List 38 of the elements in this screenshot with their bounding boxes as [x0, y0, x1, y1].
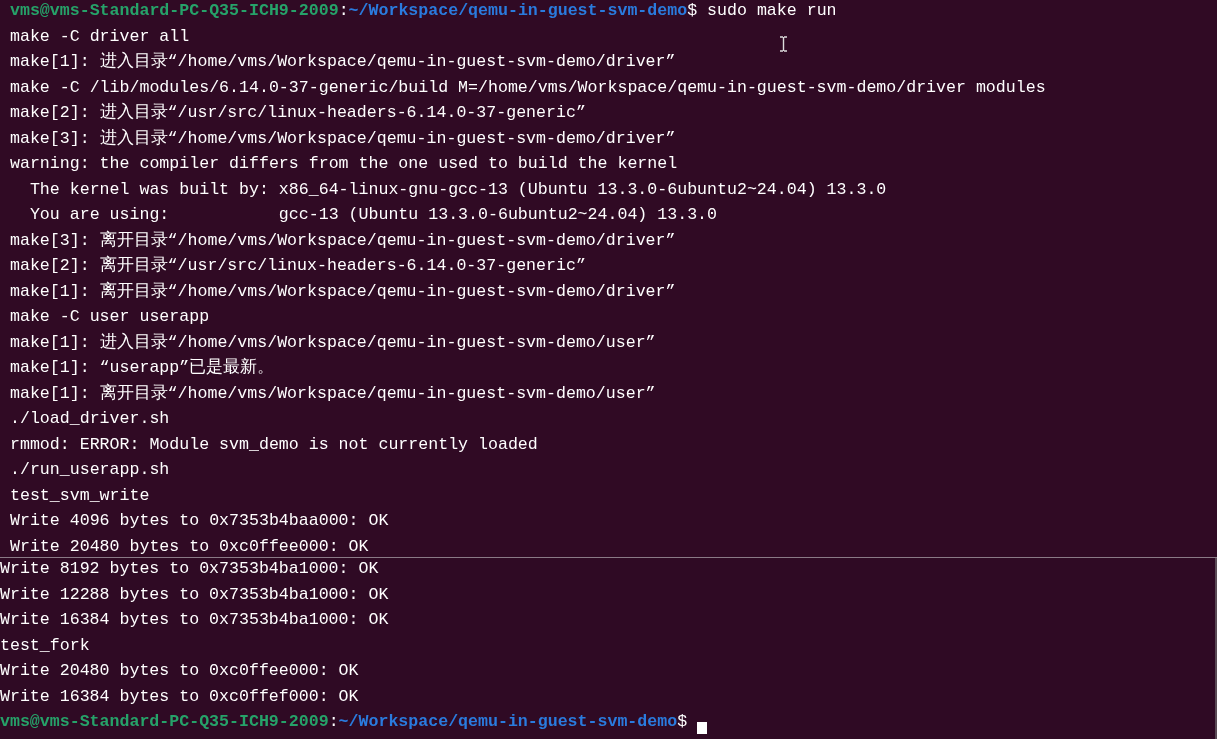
output-line: make[3]: 离开目录“/home/vms/Workspace/qemu-in-guest-svm-demo/driver” — [10, 230, 676, 250]
prompt-user-host: vms@vms-Standard-PC-Q35-ICH9-2009 — [10, 0, 339, 22]
output-line: Write 16384 bytes to 0xc0ffef000: OK — [0, 686, 359, 706]
output-line: test_svm_write — [10, 485, 150, 505]
output-line: make[1]: 离开目录“/home/vms/Workspace/qemu-in-guest-svm-demo/driver” — [10, 281, 676, 301]
output-line: make[3]: 进入目录“/home/vms/Workspace/qemu-in-guest-svm-demo/driver” — [10, 128, 676, 148]
cursor-icon — [697, 721, 708, 734]
output-line: Write 20480 bytes to 0xc0ffee000: OK — [0, 661, 359, 680]
output-line: make[1]: “userapp”已是最新。 — [10, 358, 275, 377]
prompt-symbol: $ — [687, 0, 698, 22]
output-line: test_fork — [0, 635, 90, 655]
output-line: Write 16384 bytes to 0x7353b4ba1000: OK — [0, 610, 389, 629]
output-line: rmmod: ERROR: Module svm_demo is not currently loaded — [10, 434, 538, 454]
prompt-user-host: vms@vms-Standard-PC-Q35-ICH9-2009 — [0, 711, 329, 733]
prompt-symbol: $ — [677, 711, 688, 733]
output-line: make -C user userapp — [10, 307, 210, 326]
output-line: make -C driver all — [10, 26, 190, 46]
text-cursor-icon — [779, 36, 788, 52]
output-line: ./run_userapp.sh — [10, 460, 170, 479]
output-line: make[1]: 进入目录“/home/vms/Workspace/qemu-in-guest-svm-demo/user” — [10, 332, 656, 352]
prompt-separator: : — [328, 711, 339, 733]
output-line: make[2]: 进入目录“/usr/src/linux-headers-6.14.0-37-generic” — [10, 103, 586, 122]
command-text: sudo make run — [706, 0, 837, 22]
output-line: Write 4096 bytes to 0x7353b4baa000: OK — [10, 511, 389, 530]
output-line: Write 12288 bytes to 0x7353b4ba1000: OK — [0, 584, 389, 604]
output-line: make -C /lib/modules/6.14.0-37-generic/build M=/home/vms/Workspace/qemu-in-guest-svm-demo/driver modules — [10, 77, 1046, 97]
prompt-separator: : — [338, 0, 349, 22]
output-line: make[1]: 进入目录“/home/vms/Workspace/qemu-in-guest-svm-demo/driver” — [10, 52, 676, 71]
output-line: make[1]: 离开目录“/home/vms/Workspace/qemu-in-guest-svm-demo/user” — [10, 383, 656, 403]
prompt-path: ~/Workspace/qemu-in-guest-svm-demo — [338, 711, 678, 733]
output-line: Write 8192 bytes to 0x7353b4ba1000: OK — [0, 559, 379, 578]
output-line: make[2]: 离开目录“/usr/src/linux-headers-6.14.0-37-generic” — [10, 256, 586, 275]
output-line: You are using: gcc-13 (Ubuntu 13.3.0-6ubuntu2~24.04) 13.3.0 — [28, 205, 717, 224]
output-line: warning: the compiler differs from the one used to build the kernel — [10, 154, 678, 173]
output-line: The kernel was built by: x86_64-linux-gnu-gcc-13 (Ubuntu 13.3.0-6ubuntu2~24.04) 13.3.0 — [28, 179, 887, 199]
output-line: ./load_driver.sh — [10, 409, 170, 428]
output-line: Write 20480 bytes to 0xc0ffee000: OK — [10, 536, 369, 556]
prompt-path: ~/Workspace/qemu-in-guest-svm-demo — [348, 0, 688, 22]
